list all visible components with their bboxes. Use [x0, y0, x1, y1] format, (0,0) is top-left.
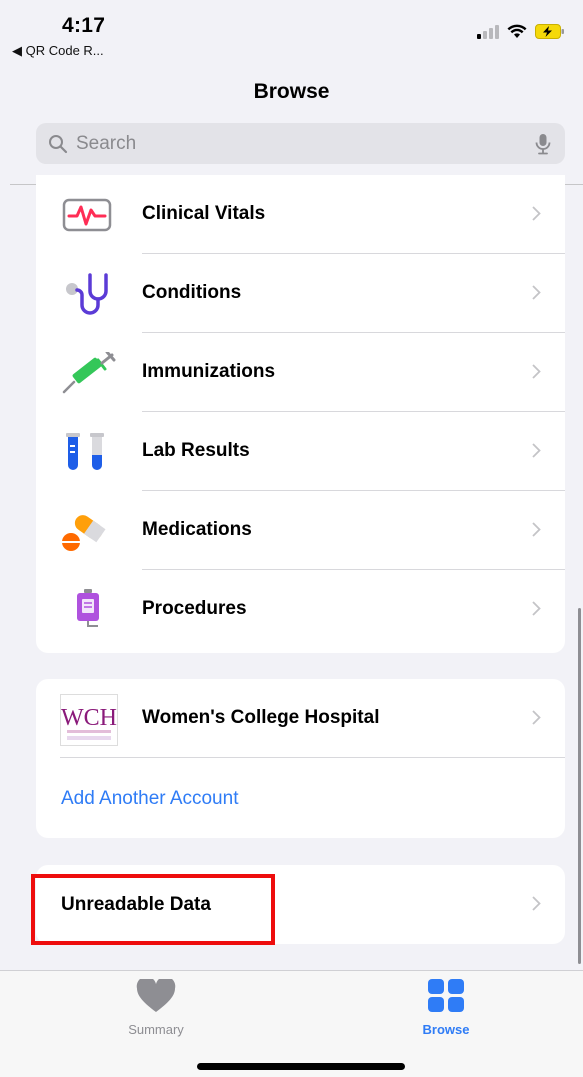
status-bar: 4:17 ◀ QR Code R... [0, 0, 583, 70]
account-row-hospital[interactable]: WCH Women's College Hospital [36, 679, 565, 758]
add-another-account-link[interactable]: Add Another Account [61, 788, 238, 810]
account-name: Women's College Hospital [142, 707, 380, 728]
chevron-right-icon [532, 710, 541, 725]
status-icons [477, 24, 565, 39]
chevron-right-icon [532, 443, 541, 458]
back-to-app-link[interactable]: ◀ QR Code R... [12, 43, 104, 59]
chevron-right-icon [532, 522, 541, 537]
category-row-medications[interactable]: Medications [36, 491, 565, 570]
category-row-immunizations[interactable]: Immunizations [36, 333, 565, 412]
search-placeholder: Search [76, 133, 137, 154]
category-row-clinical-vitals[interactable]: Clinical Vitals [36, 175, 565, 254]
battery-charging-icon [535, 24, 564, 39]
home-indicator[interactable] [197, 1063, 405, 1070]
hospital-logo: WCH [60, 694, 118, 746]
chevron-right-icon [532, 285, 541, 300]
cellular-signal-icon [477, 24, 499, 39]
syringe-icon [62, 352, 116, 394]
category-row-procedures[interactable]: Procedures [36, 570, 565, 649]
chevron-right-icon [532, 206, 541, 221]
tab-bar: Summary Browse [0, 970, 583, 1077]
microphone-icon[interactable] [535, 133, 551, 155]
test-tubes-icon [66, 433, 104, 470]
health-records-category-list: Clinical Vitals Conditions Immunizations [36, 175, 565, 653]
wifi-icon [507, 24, 527, 38]
page-title: Browse [253, 80, 330, 103]
category-label: Lab Results [142, 440, 250, 461]
heart-icon [136, 976, 176, 1012]
accounts-card: WCH Women's College Hospital Add Another… [36, 679, 565, 838]
iv-bag-icon [77, 589, 99, 627]
chevron-right-icon [532, 364, 541, 379]
tab-summary[interactable]: Summary [86, 976, 226, 1037]
tab-browse-label: Browse [422, 1022, 470, 1037]
status-time: 4:17 [62, 14, 106, 37]
grid-icon [428, 979, 464, 1012]
search-bar[interactable]: Search [36, 123, 565, 164]
hospital-logo-text: WCH [61, 705, 117, 731]
category-row-conditions[interactable]: Conditions [36, 254, 565, 333]
category-label: Immunizations [142, 361, 276, 382]
pills-icon [62, 515, 106, 551]
heart-monitor-icon [62, 198, 112, 232]
category-label: Medications [142, 519, 252, 540]
highlight-annotation-box [31, 874, 275, 945]
stethoscope-icon [66, 273, 108, 315]
chevron-right-icon [532, 896, 541, 911]
category-label: Conditions [142, 282, 242, 303]
row-separator [60, 757, 565, 758]
scroll-indicator[interactable] [578, 608, 581, 964]
tab-browse[interactable]: Browse [376, 979, 516, 1037]
search-icon [49, 135, 68, 154]
category-label: Clinical Vitals [142, 203, 266, 224]
tab-summary-label: Summary [128, 1022, 184, 1037]
category-row-lab-results[interactable]: Lab Results [36, 412, 565, 491]
category-label: Procedures [142, 598, 247, 619]
chevron-right-icon [532, 601, 541, 616]
